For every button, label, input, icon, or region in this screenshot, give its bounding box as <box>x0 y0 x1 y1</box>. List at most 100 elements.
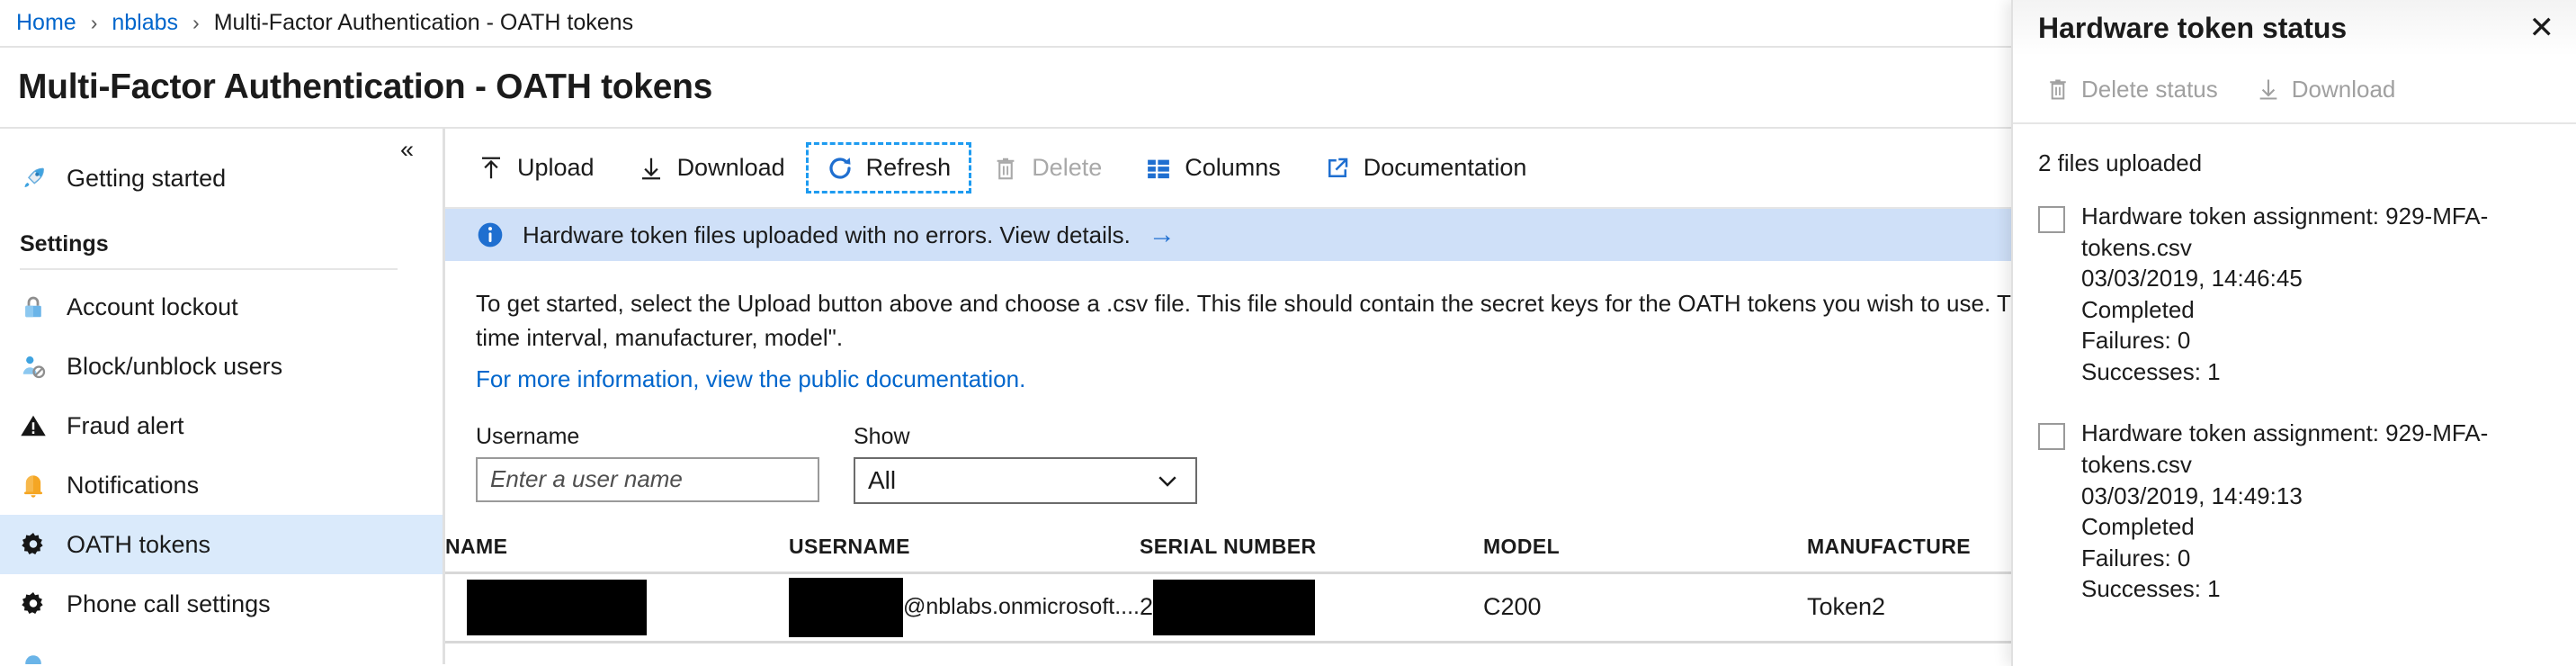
hardware-token-status-panel: Hardware token status ✕ Delete status Do… <box>2011 0 2576 666</box>
status-entry-timestamp: 03/03/2019, 14:49:13 <box>2081 482 2303 509</box>
sidebar-item-phone-call-settings[interactable]: Phone call settings <box>0 574 443 634</box>
columns-button-label: Columns <box>1185 154 1281 181</box>
sidebar-item-oath-tokens[interactable]: OATH tokens <box>0 515 443 574</box>
sidebar-item-label: Block/unblock users <box>67 352 283 380</box>
sidebar-item-account-lockout[interactable]: Account lockout <box>0 277 443 337</box>
info-icon <box>476 220 505 249</box>
status-entry-failures: Failures: 0 <box>2081 327 2191 355</box>
download-icon <box>638 155 665 182</box>
status-entry-successes: Successes: 1 <box>2081 357 2221 385</box>
show-select-value: All <box>868 465 897 494</box>
columns-button[interactable]: Columns <box>1125 145 1301 191</box>
download-button[interactable]: Download <box>618 145 805 191</box>
panel-download-button: Download <box>2241 68 2411 111</box>
gear-icon <box>20 590 67 617</box>
status-entry-failures: Failures: 0 <box>2081 544 2191 572</box>
documentation-button-label: Documentation <box>1363 154 1527 181</box>
column-header-name[interactable]: NAME <box>445 535 789 572</box>
description-line-1: To get started, select the Upload button… <box>476 290 2142 317</box>
trash-icon <box>992 155 1019 182</box>
sidebar-item-partial[interactable] <box>0 634 443 664</box>
username-label: Username <box>476 423 580 449</box>
refresh-button-label: Refresh <box>865 154 952 181</box>
download-button-label: Download <box>676 154 785 181</box>
sidebar-item-label: Getting started <box>67 164 227 192</box>
status-entry-title: Hardware token assignment: 929-MFA-token… <box>2081 419 2489 479</box>
download-icon <box>2256 76 2281 102</box>
column-header-model[interactable]: MODEL <box>1483 535 1807 572</box>
close-icon[interactable]: ✕ <box>2529 13 2555 43</box>
show-select[interactable]: All <box>854 456 1197 504</box>
panel-body: 2 files uploaded Hardware token assignme… <box>2013 124 2576 605</box>
documentation-button[interactable]: Documentation <box>1304 145 1547 191</box>
delete-button: Delete <box>972 145 1122 191</box>
sidebar-item-label: Phone call settings <box>67 590 271 617</box>
public-documentation-link[interactable]: For more information, view the public do… <box>476 365 1025 393</box>
status-entry-checkbox[interactable] <box>2038 206 2065 233</box>
cell-serial-number: 2 <box>1140 579 1483 635</box>
trash-icon <box>2045 76 2071 102</box>
delete-button-label: Delete <box>1032 154 1103 181</box>
bell-icon <box>20 472 67 499</box>
sidebar: « Getting started Settings Account locko… <box>0 129 445 664</box>
refresh-button[interactable]: Refresh <box>805 142 972 194</box>
username-field-group: Username <box>476 424 819 504</box>
sidebar-item-label: Account lockout <box>67 292 238 320</box>
oath-tokens-table: NAME USERNAME SERIAL NUMBER MODEL MANUFA… <box>445 535 2244 644</box>
lock-icon <box>20 293 67 320</box>
status-entry[interactable]: Hardware token assignment: 929-MFA-token… <box>2038 201 2576 387</box>
sidebar-item-getting-started[interactable]: Getting started <box>0 148 443 208</box>
breadcrumb-item-nblabs[interactable]: nblabs <box>112 10 178 36</box>
column-header-username[interactable]: USERNAME <box>789 535 1140 572</box>
panel-title: Hardware token status <box>2038 11 2348 44</box>
page-title: Multi-Factor Authentication - OATH token… <box>18 68 713 106</box>
sidebar-item-label: Notifications <box>67 471 200 499</box>
show-field-group: Show All <box>854 424 1197 504</box>
status-entry-timestamp: 03/03/2019, 14:46:45 <box>2081 265 2303 292</box>
table-row[interactable]: @nblabs.onmicrosoft.... 2 C200 Token2 <box>445 571 2244 644</box>
status-entry[interactable]: Hardware token assignment: 929-MFA-token… <box>2038 418 2576 604</box>
sidebar-item-label: Fraud alert <box>67 411 184 439</box>
cell-name <box>445 579 789 635</box>
refresh-icon <box>827 155 854 182</box>
upload-button-label: Upload <box>517 154 595 181</box>
show-label: Show <box>854 423 910 449</box>
panel-toolbar: Delete status Download <box>2013 56 2576 124</box>
gear-icon <box>20 531 67 558</box>
breadcrumb-item-home[interactable]: Home <box>16 10 76 36</box>
sidebar-item-block-unblock-users[interactable]: Block/unblock users <box>0 337 443 396</box>
cell-username-suffix: @nblabs.onmicrosoft.... <box>903 594 1140 620</box>
sidebar-item-notifications[interactable]: Notifications <box>0 455 443 515</box>
cell-model: C200 <box>1483 593 1542 621</box>
sidebar-item-fraud-alert[interactable]: Fraud alert <box>0 396 443 455</box>
breadcrumb-item-current: Multi-Factor Authentication - OATH token… <box>213 10 634 35</box>
redacted-value <box>467 579 647 635</box>
status-entry-lines: Hardware token assignment: 929-MFA-token… <box>2081 418 2576 604</box>
upload-button[interactable]: Upload <box>458 145 614 191</box>
user-block-icon <box>20 353 67 380</box>
status-entry-status: Completed <box>2081 295 2195 323</box>
table-header-row: NAME USERNAME SERIAL NUMBER MODEL MANUFA… <box>445 535 2244 572</box>
chevron-double-left-icon[interactable]: « <box>400 138 414 162</box>
delete-status-button: Delete status <box>2031 68 2232 111</box>
upload-icon <box>478 155 505 182</box>
azure-portal-page: Home › nblabs › Multi-Factor Authenticat… <box>0 0 2576 666</box>
breadcrumb-separator-icon: › <box>90 11 98 34</box>
panel-header: Hardware token status ✕ <box>2013 0 2576 56</box>
breadcrumb-separator-icon: › <box>192 11 200 34</box>
column-header-serial-number[interactable]: SERIAL NUMBER <box>1140 535 1483 572</box>
status-entry-title: Hardware token assignment: 929-MFA-token… <box>2081 202 2489 261</box>
sidebar-divider <box>20 268 398 270</box>
columns-icon <box>1145 155 1172 182</box>
username-input[interactable] <box>476 456 819 502</box>
status-entry-status: Completed <box>2081 513 2195 541</box>
warning-triangle-icon <box>20 412 67 439</box>
partial-icon <box>20 650 67 664</box>
status-entry-checkbox[interactable] <box>2038 423 2065 451</box>
status-entry-lines: Hardware token assignment: 929-MFA-token… <box>2081 201 2576 387</box>
external-link-icon <box>1324 155 1351 182</box>
rocket-icon <box>20 165 67 192</box>
delete-status-label: Delete status <box>2081 75 2218 103</box>
arrow-right-icon[interactable]: → <box>1149 221 1176 248</box>
panel-download-label: Download <box>2291 75 2396 103</box>
